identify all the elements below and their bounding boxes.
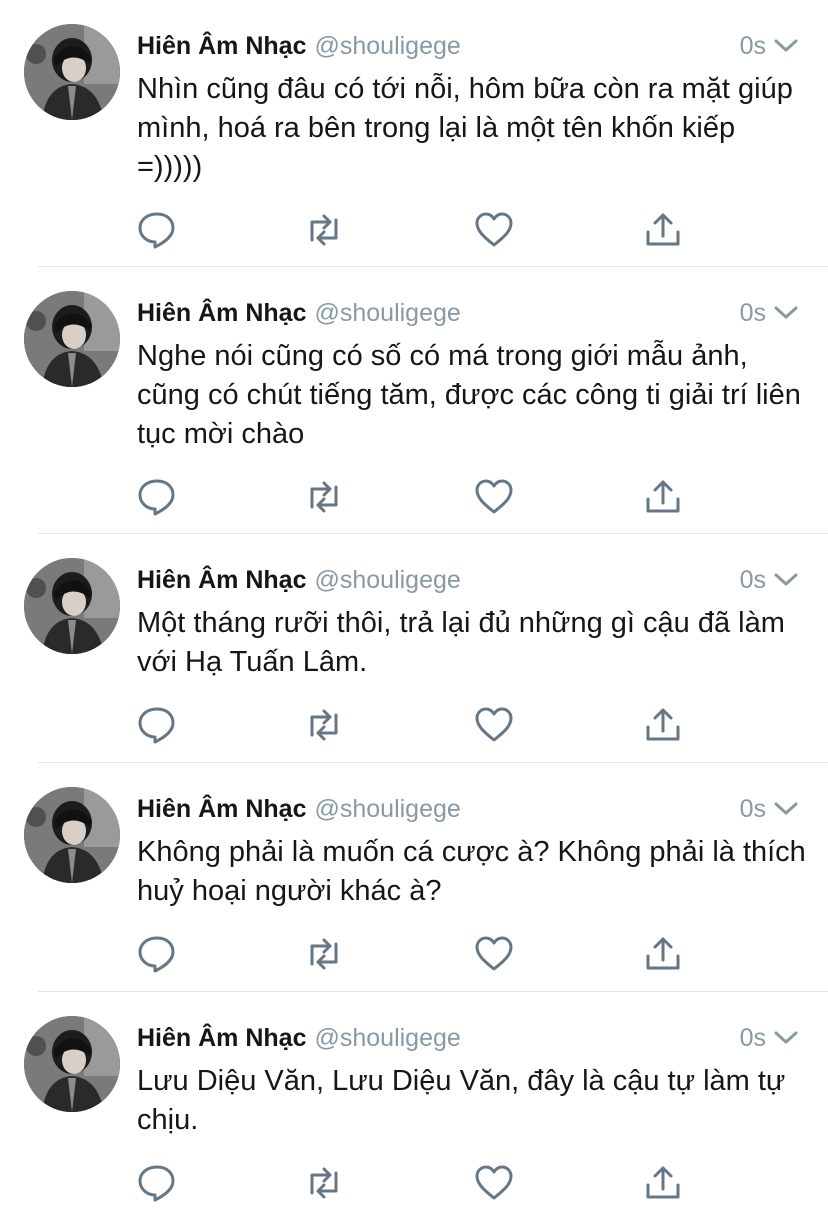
share-icon[interactable]: [643, 477, 683, 517]
tweet-actions: [0, 477, 828, 517]
tweet-text: Nhìn cũng đâu có tới nỗi, hôm bữa còn ra…: [137, 73, 793, 183]
tweet-actions: [0, 1163, 828, 1203]
tweet-text: Nghe nói cũng có số có má trong giới mẫu…: [137, 340, 801, 450]
timestamp[interactable]: 0s: [740, 566, 766, 595]
reply-icon[interactable]: [137, 705, 177, 745]
reply-icon[interactable]: [137, 934, 177, 974]
retweet-icon[interactable]: [304, 1163, 344, 1203]
avatar[interactable]: [24, 291, 120, 387]
tweet-text: Một tháng rưỡi thôi, trả lại đủ những gì…: [137, 607, 785, 678]
tweet-feed: Hiên Âm Nhạc @shouligege 0s Nhìn cũng đâu…: [0, 0, 828, 1215]
timestamp[interactable]: 0s: [740, 795, 766, 824]
user-handle[interactable]: @shouligege: [314, 299, 460, 327]
reply-icon[interactable]: [137, 477, 177, 517]
share-icon[interactable]: [643, 934, 683, 974]
tweet-text: Lưu Diệu Văn, Lưu Diệu Văn, đây là cậu t…: [137, 1065, 786, 1136]
like-heart-icon[interactable]: [474, 705, 514, 745]
share-icon[interactable]: [643, 210, 683, 250]
user-handle[interactable]: @shouligege: [314, 566, 460, 594]
tweet-header: Hiên Âm Nhạc @shouligege 0s: [137, 32, 828, 66]
chevron-down-icon[interactable]: [774, 572, 798, 593]
like-heart-icon[interactable]: [474, 477, 514, 517]
timestamp[interactable]: 0s: [740, 299, 766, 328]
avatar[interactable]: [24, 1016, 120, 1112]
retweet-icon[interactable]: [304, 934, 344, 974]
avatar[interactable]: [24, 558, 120, 654]
tweet-header: Hiên Âm Nhạc @shouligege 0s: [137, 566, 828, 600]
reply-icon[interactable]: [137, 1163, 177, 1203]
tweet-header: Hiên Âm Nhạc @shouligege 0s: [137, 299, 828, 333]
like-heart-icon[interactable]: [474, 934, 514, 974]
avatar[interactable]: [24, 787, 120, 883]
display-name[interactable]: Hiên Âm Nhạc: [137, 795, 306, 823]
tweet-actions: [0, 934, 828, 974]
divider: [38, 266, 828, 267]
display-name[interactable]: Hiên Âm Nhạc: [137, 299, 306, 327]
like-heart-icon[interactable]: [474, 210, 514, 250]
chevron-down-icon[interactable]: [774, 38, 798, 59]
share-icon[interactable]: [643, 1163, 683, 1203]
tweet-header: Hiên Âm Nhạc @shouligege 0s: [137, 795, 828, 829]
divider: [38, 991, 828, 992]
display-name[interactable]: Hiên Âm Nhạc: [137, 1024, 306, 1052]
avatar[interactable]: [24, 24, 120, 120]
chevron-down-icon[interactable]: [774, 1030, 798, 1051]
tweet-actions: [0, 705, 828, 745]
retweet-icon[interactable]: [304, 210, 344, 250]
like-heart-icon[interactable]: [474, 1163, 514, 1203]
reply-icon[interactable]: [137, 210, 177, 250]
divider: [38, 533, 828, 534]
divider: [38, 762, 828, 763]
display-name[interactable]: Hiên Âm Nhạc: [137, 32, 306, 60]
user-handle[interactable]: @shouligege: [314, 795, 460, 823]
user-handle[interactable]: @shouligege: [314, 1024, 460, 1052]
user-handle[interactable]: @shouligege: [314, 32, 460, 60]
display-name[interactable]: Hiên Âm Nhạc: [137, 566, 306, 594]
retweet-icon[interactable]: [304, 705, 344, 745]
tweet-actions: [0, 210, 828, 250]
tweet-header: Hiên Âm Nhạc @shouligege 0s: [137, 1024, 828, 1058]
timestamp[interactable]: 0s: [740, 32, 766, 61]
tweet-text: Không phải là muốn cá cược à? Không phải…: [137, 836, 806, 907]
chevron-down-icon[interactable]: [774, 305, 798, 326]
share-icon[interactable]: [643, 705, 683, 745]
retweet-icon[interactable]: [304, 477, 344, 517]
timestamp[interactable]: 0s: [740, 1024, 766, 1053]
chevron-down-icon[interactable]: [774, 801, 798, 822]
